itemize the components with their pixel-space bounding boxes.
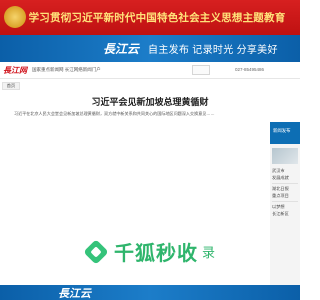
brand-banner-tagline: 自主发布 记录时光 分享美好 [148,45,278,56]
site-name: 国家重点新闻网 长江网络新闻门户 [32,67,101,72]
top-slogan-banner[interactable]: 学习贯彻习近平新时代中国特色社会主义思想主题教育 [0,0,300,35]
sidebar-item[interactable]: 武汉市 [272,168,299,174]
top-banner-slogan: 学习贯彻习近平新时代中国特色社会主义思想主题教育 [28,12,286,24]
sidebar-item[interactable]: 湖北日报 [272,186,299,192]
contact-phone: 027-85495486 [235,67,265,72]
article-headline: 习近平会见新加坡总理黄循财 [91,98,209,108]
sidebar-item[interactable]: 重点项目 [272,193,299,199]
watermark-domain: 录 [202,245,216,260]
sidebar-heading[interactable]: 新闻发布 [270,122,300,144]
footer-brand-logo: 長江云 [58,286,91,300]
sidebar-thumbnail[interactable] [272,148,298,164]
right-sidebar: 新闻发布 武汉市 发展成就 湖北日报 重点项目 以梦想 长江新区 [270,122,300,300]
sidebar-item[interactable]: 以梦想 [272,204,299,210]
sidebar-divider [272,201,298,202]
article-summary: 习近平在北京人民大会堂会见新加坡总理黄循财，双方就中新关系和共同关心的国际地区问… [14,111,215,116]
watermark-text: 千狐秒收 [114,241,198,265]
search-input[interactable] [192,65,210,75]
watermark-overlay: 千狐秒收 录 [83,237,216,266]
sidebar-item[interactable]: 长江新区 [272,211,299,217]
tab-home[interactable]: 首页 [2,82,20,90]
watermark-logo-icon [83,238,109,265]
sidebar-divider [272,183,298,184]
sidebar-item[interactable]: 发展成就 [272,175,299,181]
site-header: 長江网 国家重点新闻网 长江网络新闻门户 027-85495486 [0,62,300,79]
brand-banner-logo: 長江云 [103,42,140,56]
site-logo[interactable]: 長江网 [3,65,27,76]
brand-ad-banner[interactable]: 長江云 自主发布 记录时光 分享美好 [0,35,300,62]
footer-brand-banner[interactable]: 長江云 [0,285,300,300]
party-emblem-icon [4,6,26,28]
